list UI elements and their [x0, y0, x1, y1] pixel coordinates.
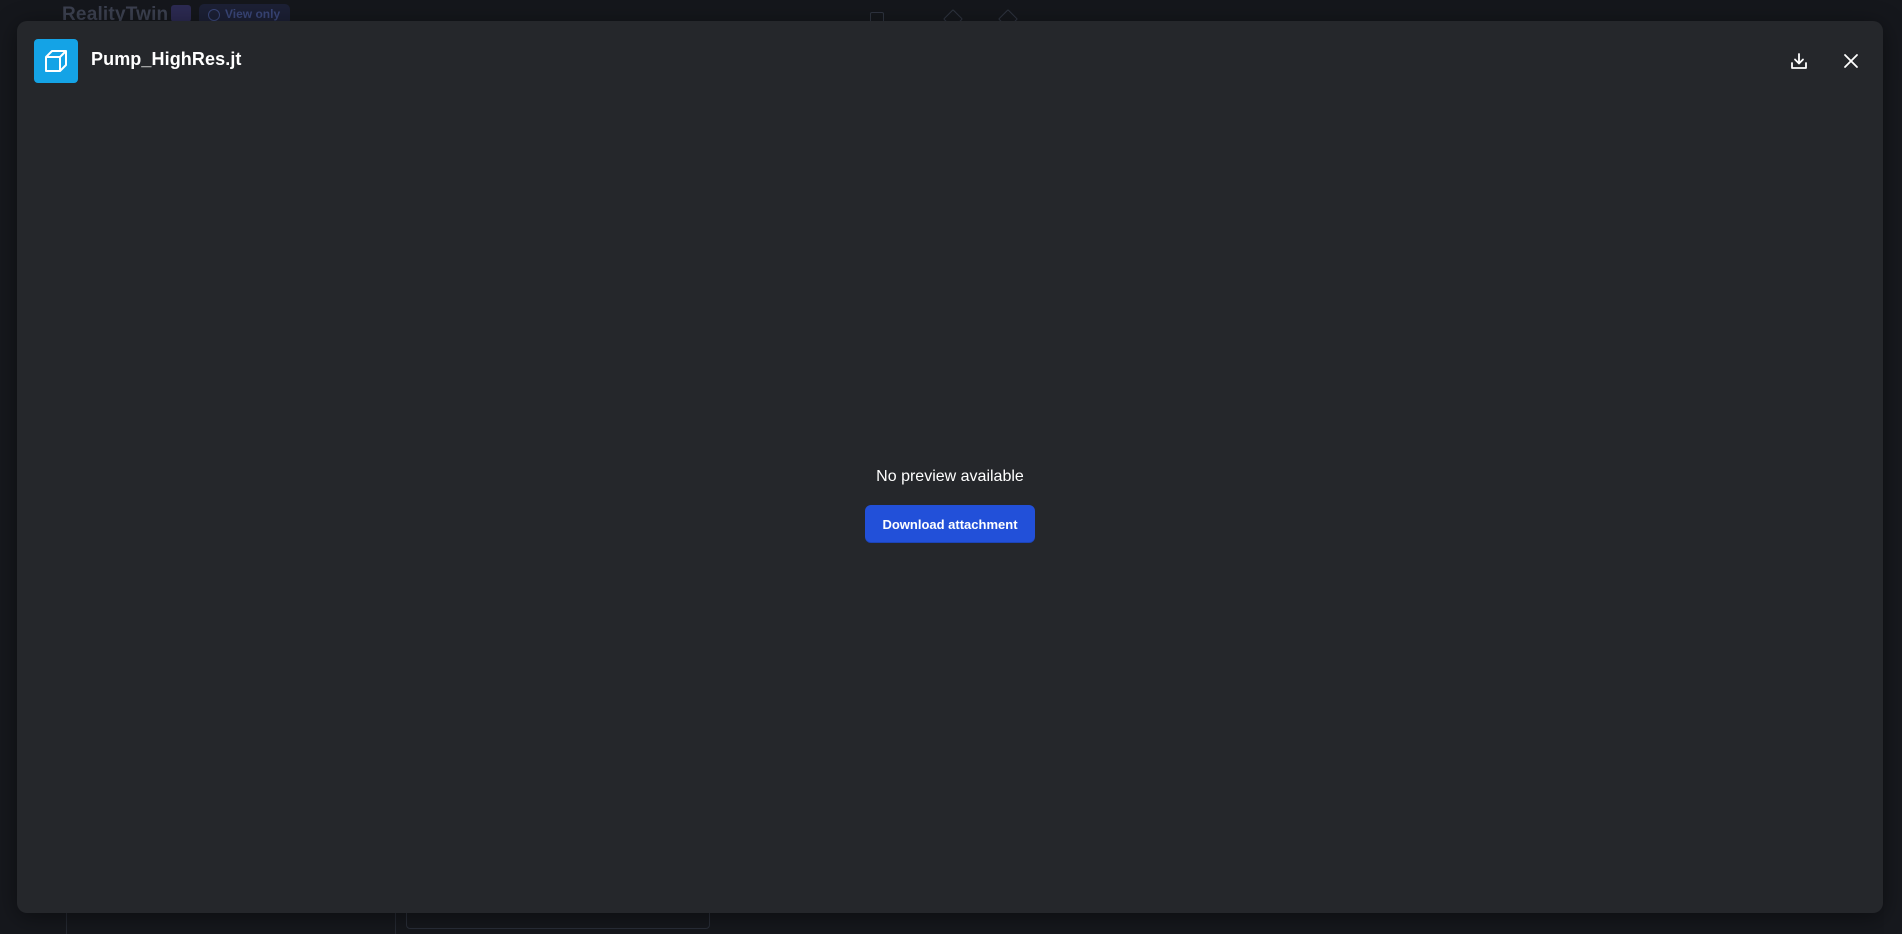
close-button[interactable] [1837, 47, 1865, 75]
attachment-preview-modal: Pump_HighRes.jt No preview available Dow… [17, 21, 1883, 913]
empty-preview-state: No preview available Download attachment [17, 467, 1883, 543]
download-icon [1791, 53, 1807, 69]
download-attachment-button[interactable]: Download attachment [865, 505, 1035, 543]
brand-icon [171, 5, 191, 22]
modal-header: Pump_HighRes.jt [17, 21, 1883, 101]
no-preview-message: No preview available [876, 468, 1024, 485]
cube-icon [34, 39, 78, 83]
close-icon [1844, 54, 1858, 68]
file-name-title: Pump_HighRes.jt [91, 49, 242, 69]
background-right-panel [1884, 80, 1902, 934]
download-icon-button[interactable] [1785, 47, 1813, 75]
